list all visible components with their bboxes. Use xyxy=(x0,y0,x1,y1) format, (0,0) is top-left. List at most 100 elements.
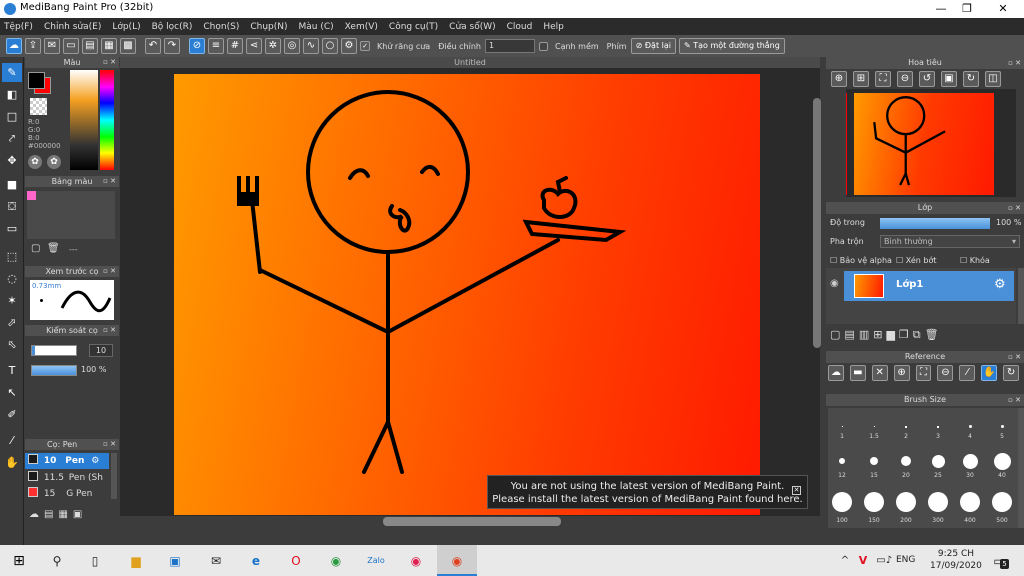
brush-size-cell[interactable]: 15 xyxy=(860,452,888,480)
palette-icon[interactable]: ✿ xyxy=(47,155,61,169)
settings-icon[interactable]: ⚙ xyxy=(341,38,357,54)
vertical-scrollbar[interactable] xyxy=(813,98,821,348)
windows-start-icon[interactable]: ⊞ xyxy=(10,552,28,570)
panel-close-icon[interactable]: ▫ ✕ xyxy=(103,176,116,187)
panel-close-icon[interactable]: ▫ ✕ xyxy=(103,57,116,68)
straight-line-button[interactable]: ✎ Tạo một đường thẳng xyxy=(678,38,785,54)
panel-close-icon[interactable]: ▫ ✕ xyxy=(1008,202,1021,214)
gradient-tool-icon[interactable]: ▭ xyxy=(2,219,22,238)
delete-swatch-icon[interactable]: 🗑 xyxy=(47,243,60,254)
panel-close-icon[interactable]: ▫ ✕ xyxy=(1008,351,1021,363)
brush-list-scrollbar[interactable] xyxy=(111,453,117,499)
select-eraser-tool-icon[interactable]: ⬁ xyxy=(2,335,22,354)
brush-size-cell[interactable]: 3 xyxy=(924,412,952,441)
parallel-snap-icon[interactable]: ≡ xyxy=(208,38,224,54)
lasso-tool-icon[interactable]: ◌ xyxy=(2,269,22,288)
brush-size-cell[interactable]: 5 xyxy=(988,412,1016,441)
merge-layer-icon[interactable]: ⧉ xyxy=(913,328,925,341)
color-wheel-icon[interactable]: ✿ xyxy=(28,155,42,169)
menu-layer[interactable]: Lớp(L) xyxy=(112,22,140,32)
file-explorer-icon[interactable]: ▆ xyxy=(127,552,145,570)
transparent-swatch[interactable] xyxy=(30,98,47,115)
zoom-out-icon[interactable]: ⊖ xyxy=(897,71,913,87)
smooth-checkbox[interactable] xyxy=(538,41,548,51)
menu-edit[interactable]: Chỉnh sửa(E) xyxy=(44,22,101,32)
new-layer-icon[interactable]: ▢ xyxy=(830,328,844,341)
antivirus-icon[interactable]: V xyxy=(854,552,872,570)
brush-size-cell[interactable]: 1 xyxy=(828,412,856,441)
snap-off-icon[interactable]: ⊘ xyxy=(189,38,205,54)
brush-size-cell[interactable]: 12 xyxy=(828,452,856,480)
primary-color-swatch[interactable] xyxy=(28,72,45,89)
chrome-icon[interactable]: ◉ xyxy=(327,552,345,570)
brush-item-pen[interactable]: 10 Pen ⚙ xyxy=(25,453,109,469)
brush-size-cell[interactable]: 4 xyxy=(956,412,984,441)
delete-brush-icon[interactable]: ▣ xyxy=(73,509,87,520)
radial-snap-icon[interactable]: ✲ xyxy=(265,38,281,54)
document-icon[interactable]: ▤ xyxy=(82,38,98,54)
brush-size-cell[interactable]: 25 xyxy=(924,452,952,480)
adjust-select[interactable]: 1 xyxy=(484,39,535,53)
brush-size-cell[interactable]: 40 xyxy=(988,452,1016,480)
comment-icon[interactable]: ✉ xyxy=(44,38,60,54)
clock[interactable]: 9:25 CH 17/09/2020 xyxy=(930,548,982,572)
duplicate-layer-icon[interactable]: ❐ xyxy=(899,328,913,341)
brush-item-g-pen[interactable]: 15 G Pen xyxy=(25,486,109,502)
brush-size-cell[interactable]: 200 xyxy=(892,490,920,525)
zoom-actual-icon[interactable]: ⊞ xyxy=(853,71,869,87)
layer-opacity-slider[interactable] xyxy=(880,218,990,229)
brush-size-cell[interactable]: 100 xyxy=(828,490,856,525)
pinterest-chrome-icon[interactable]: ◉ xyxy=(407,552,425,570)
share-icon[interactable]: ⇪ xyxy=(25,38,41,54)
brush-opacity-slider[interactable] xyxy=(31,365,77,376)
flip-icon[interactable]: ◫ xyxy=(985,71,1001,87)
grid-icon[interactable]: ▩ xyxy=(120,38,136,54)
rotate-left-icon[interactable]: ↺ xyxy=(919,71,935,87)
menu-tools[interactable]: Công cụ(T) xyxy=(389,22,438,32)
add-brush-icon[interactable]: ▤ xyxy=(44,509,58,520)
rotate-right-icon[interactable]: ↻ xyxy=(963,71,979,87)
text-tool-icon[interactable]: T xyxy=(2,361,22,380)
protect-alpha-checkbox[interactable]: ☐ Bảo vệ alpha xyxy=(830,256,892,265)
menu-help[interactable]: Help xyxy=(543,22,564,32)
blend-select[interactable]: Bình thường ▾ xyxy=(880,235,1020,248)
cloud-brush-icon[interactable]: ☁ xyxy=(29,509,44,520)
ref-hand-icon[interactable]: ✋ xyxy=(981,365,998,381)
dot-tool-icon[interactable]: ⤤ xyxy=(2,129,22,148)
layer-scrollbar[interactable] xyxy=(1018,268,1024,324)
fill-rect-tool-icon[interactable]: ■ xyxy=(2,175,22,194)
new-halftone-layer-icon[interactable]: ▤ xyxy=(844,328,858,341)
hand-tool-icon[interactable]: ✋ xyxy=(2,453,22,472)
brush-size-slider[interactable] xyxy=(31,345,77,356)
edge-icon[interactable]: e xyxy=(247,552,265,570)
cloud-download-icon[interactable]: ☁ xyxy=(828,365,844,381)
brush-tool-icon[interactable]: ✎ xyxy=(2,63,22,82)
reset-view-icon[interactable]: ▣ xyxy=(941,71,957,87)
navigator-preview[interactable] xyxy=(846,89,1016,197)
brush-size-scrollbar[interactable] xyxy=(1018,408,1024,528)
folder-icon[interactable]: ▆ xyxy=(886,328,898,341)
eyedropper-tool-icon[interactable]: ⁄ xyxy=(2,431,22,450)
zalo-icon[interactable]: Zalo xyxy=(367,552,385,570)
move-tool-icon[interactable]: ✥ xyxy=(2,151,22,170)
update-notification[interactable]: You are not using the latest version of … xyxy=(487,475,808,509)
panel-close-icon[interactable]: ▫ ✕ xyxy=(103,325,116,336)
undo-icon[interactable]: ↶ xyxy=(145,38,161,54)
menu-view[interactable]: Xem(V) xyxy=(345,22,378,32)
eraser-tool-icon[interactable]: ◧ xyxy=(2,85,22,104)
curve-snap-icon[interactable]: ∿ xyxy=(303,38,319,54)
menu-color[interactable]: Màu (C) xyxy=(299,22,334,32)
ref-zoom-in-icon[interactable]: ⊕ xyxy=(893,365,910,381)
task-view-icon[interactable]: ▯ xyxy=(86,552,104,570)
grid-snap-icon[interactable]: # xyxy=(227,38,243,54)
reset-button[interactable]: ⊘ Đặt lại xyxy=(630,38,676,54)
zoom-in-icon[interactable]: ⊕ xyxy=(831,71,847,87)
opera-icon[interactable]: O xyxy=(287,552,305,570)
ref-eyedropper-icon[interactable]: ⁄ xyxy=(959,365,976,381)
redo-icon[interactable]: ↷ xyxy=(164,38,180,54)
open-image-icon[interactable]: ▬ xyxy=(849,365,866,381)
artboard[interactable] xyxy=(174,74,760,515)
menu-select[interactable]: Chọn(S) xyxy=(203,22,239,32)
ref-rotate-icon[interactable]: ↻ xyxy=(1003,365,1020,381)
brush-size-cell[interactable]: 400 xyxy=(956,490,984,525)
